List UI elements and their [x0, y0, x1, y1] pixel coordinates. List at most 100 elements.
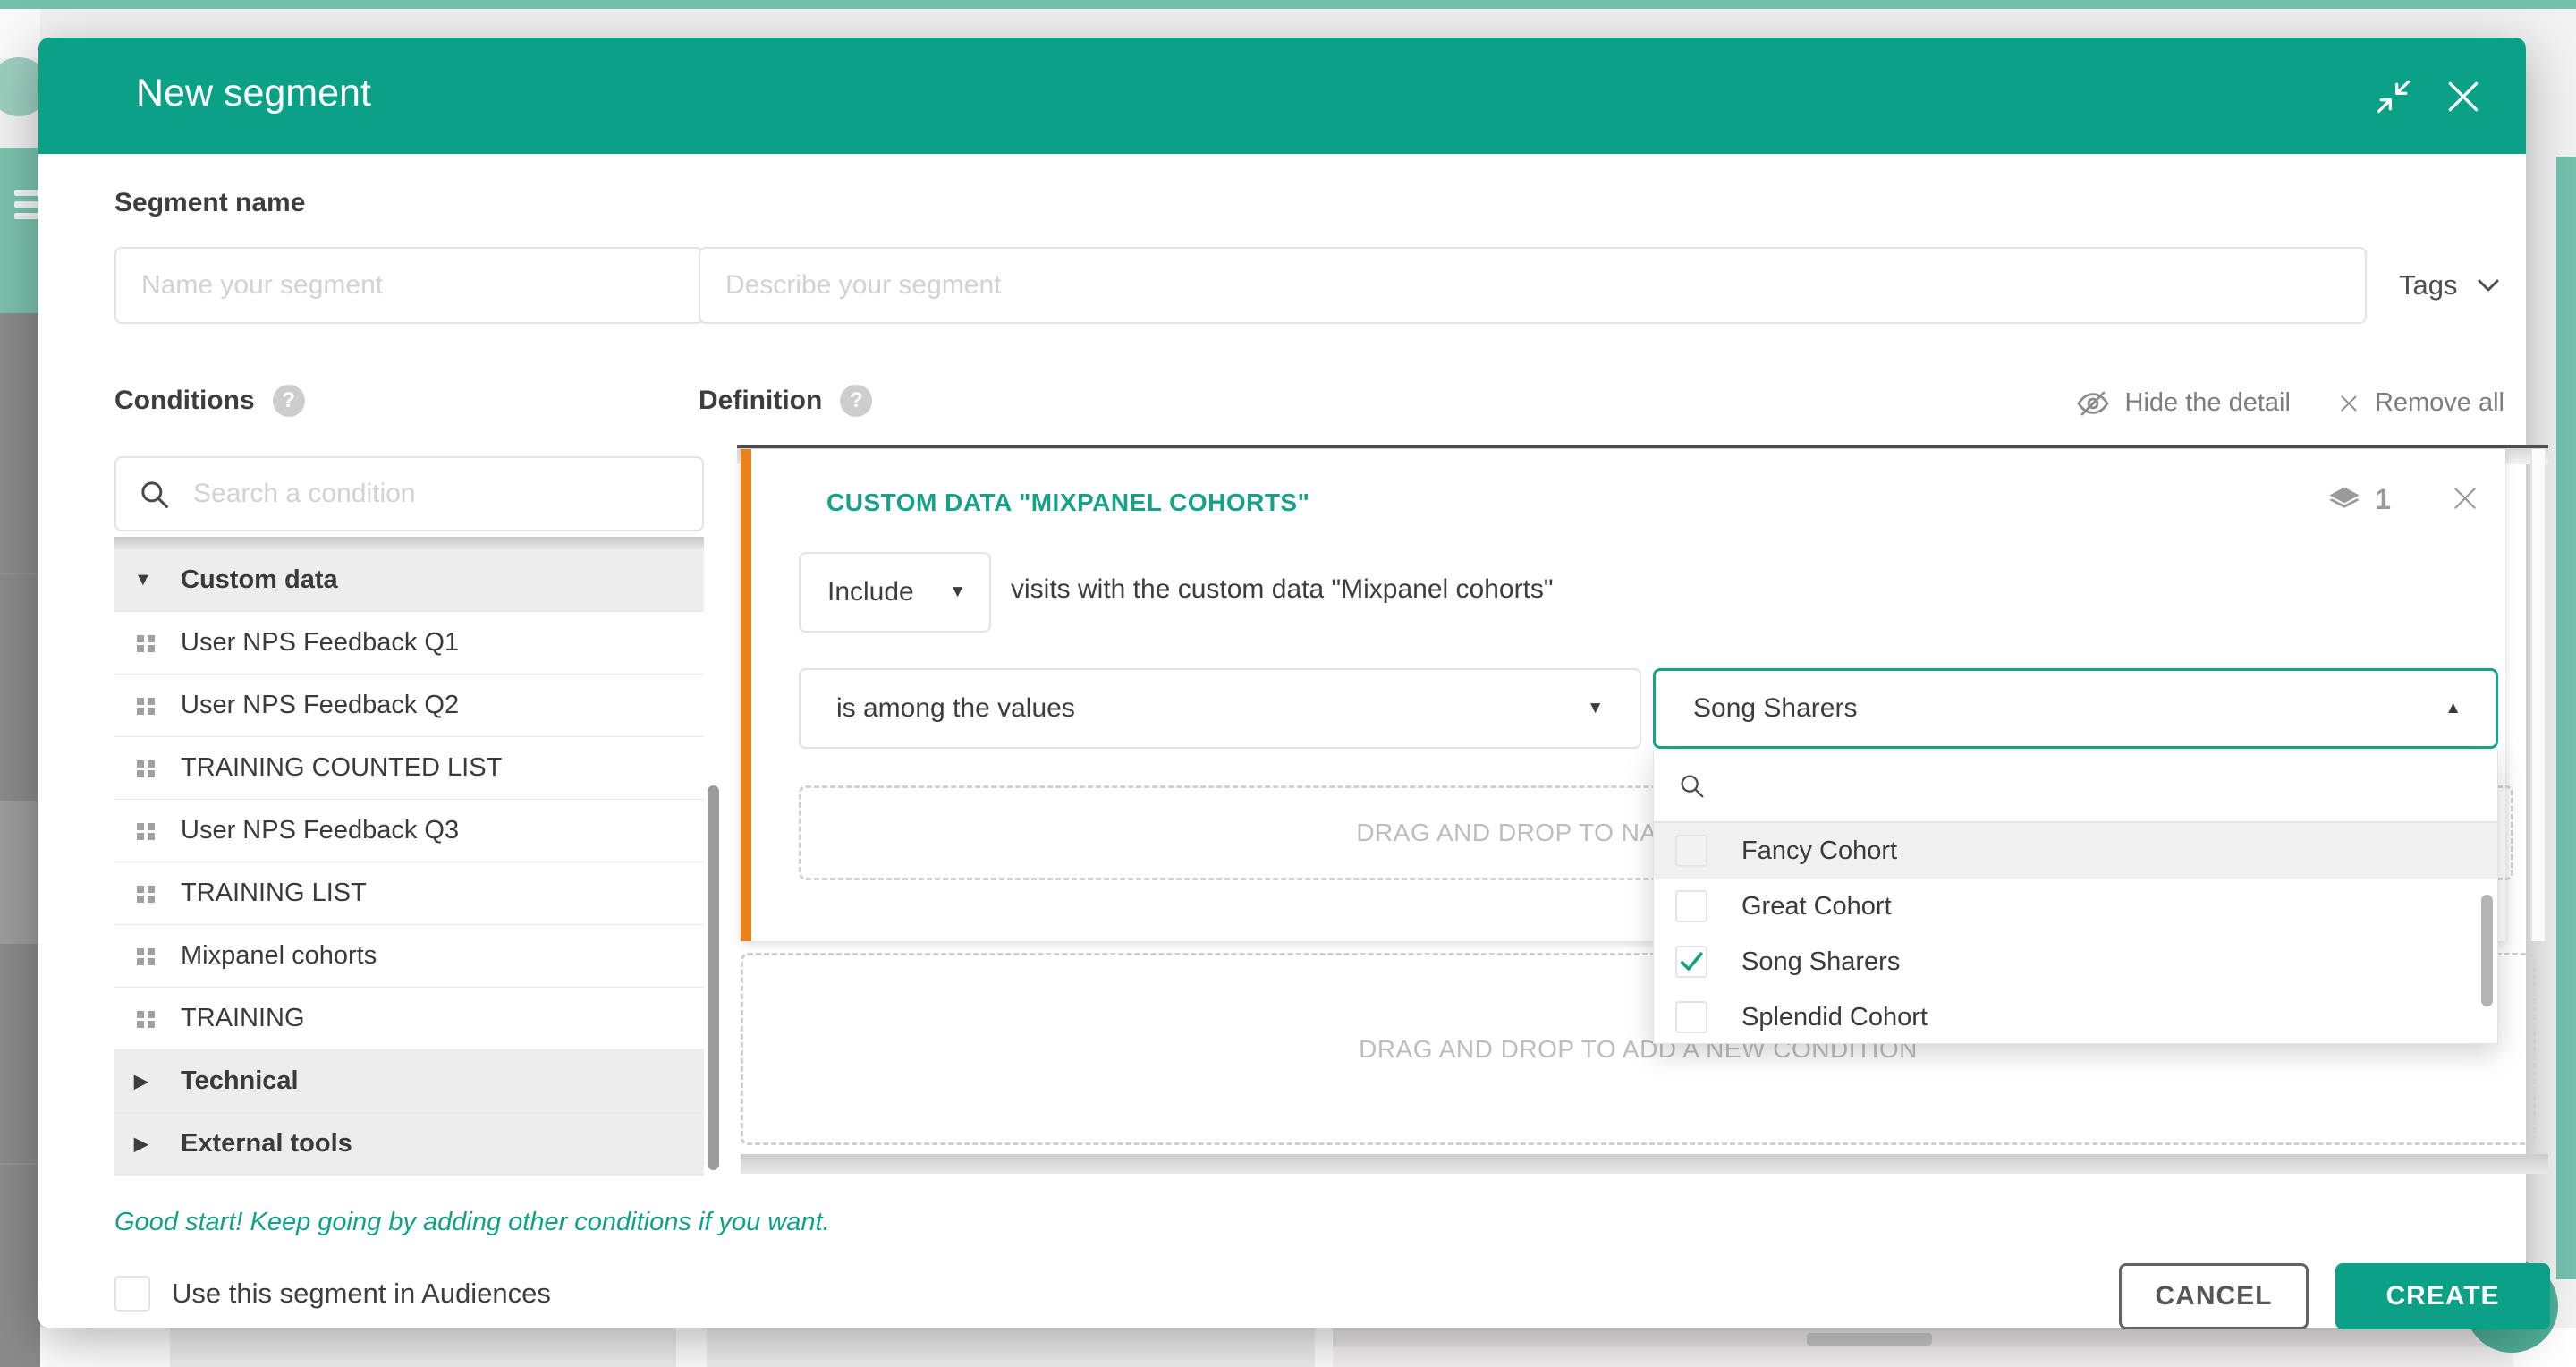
condition-label: User NPS Feedback Q1: [181, 628, 459, 658]
drag-handle-icon: [134, 694, 157, 717]
dropdown-scrollbar-thumb[interactable]: [2481, 895, 2493, 1006]
remove-all-x-icon: [2337, 392, 2360, 415]
triangle-right-icon: ▶: [134, 1070, 157, 1092]
condition-remove-button[interactable]: [2450, 483, 2480, 514]
checkbox-icon[interactable]: [1675, 890, 1707, 922]
condition-group-external-tools[interactable]: ▶ External tools: [114, 1113, 704, 1176]
condition-item-training-counted-list[interactable]: TRAINING COUNTED LIST: [114, 737, 704, 800]
drag-handle-icon: [134, 945, 157, 968]
definition-vscroll-lane[interactable]: [2530, 449, 2546, 941]
audiences-checkbox-row[interactable]: Use this segment in Audiences: [114, 1276, 551, 1312]
close-icon: [2444, 77, 2483, 116]
value-options: Fancy Cohort Great Cohort Song Sharers Sple…: [1654, 823, 2497, 1045]
condition-label: User NPS Feedback Q2: [181, 691, 459, 720]
drag-handle-icon: [134, 1007, 157, 1031]
checkbox-icon[interactable]: [1675, 835, 1707, 867]
conditions-scrollbar-thumb[interactable]: [708, 785, 719, 1170]
dropdown-search[interactable]: [1654, 751, 2497, 823]
condition-item-user-nps-feedback-q2[interactable]: User NPS Feedback Q2: [114, 675, 704, 737]
search-icon: [1677, 771, 1707, 802]
condition-item-user-nps-feedback-q3[interactable]: User NPS Feedback Q3: [114, 800, 704, 862]
collapse-icon: [2374, 77, 2413, 116]
new-segment-modal: New segment Segment name Tags: [38, 38, 2526, 1328]
modal-header: New segment: [38, 38, 2526, 154]
condition-label: TRAINING LIST: [181, 879, 367, 908]
triangle-right-icon: ▶: [134, 1133, 157, 1155]
value-option-song-sharers[interactable]: Song Sharers: [1654, 934, 2497, 989]
app-top-strip: [0, 0, 2576, 9]
cancel-button[interactable]: CANCEL: [2119, 1263, 2309, 1329]
condition-search-input[interactable]: [114, 456, 704, 531]
tags-label: Tags: [2399, 269, 2457, 301]
condition-sentence: visits with the custom data "Mixpanel co…: [1011, 574, 1554, 605]
app-right-strip: [2556, 157, 2576, 1279]
conditions-label: Conditions: [114, 386, 255, 416]
value-select[interactable]: Song Sharers ▲: [1653, 668, 2498, 749]
conditions-list: ▼ Custom data User NPS Feedback Q1 User NPS…: [114, 549, 704, 1176]
search-icon: [138, 478, 172, 512]
triangle-down-icon: ▼: [1587, 699, 1640, 718]
layers-icon: [2326, 485, 2362, 515]
definition-help-icon[interactable]: ?: [840, 385, 872, 417]
include-select[interactable]: Include ▼: [799, 552, 991, 633]
operator-select[interactable]: is among the values ▼: [799, 668, 1641, 749]
condition-label: External tools: [181, 1129, 352, 1159]
condition-label: User NPS Feedback Q3: [181, 816, 459, 845]
value-dropdown-panel: Fancy Cohort Great Cohort Song Sharers Sple…: [1653, 751, 2498, 1044]
app-sidebar-fragment: [0, 313, 40, 1367]
app-menu-button[interactable]: [0, 148, 40, 313]
segment-name-input[interactable]: [114, 247, 704, 324]
condition-item-training[interactable]: TRAINING: [114, 988, 704, 1050]
condition-label: Mixpanel cohorts: [181, 941, 377, 971]
tags-dropdown[interactable]: Tags: [2399, 263, 2551, 308]
condition-label: Technical: [181, 1066, 299, 1096]
audiences-checkbox[interactable]: [114, 1276, 150, 1312]
option-label: Splendid Cohort: [1741, 1003, 1928, 1032]
value-option-fancy-cohort[interactable]: Fancy Cohort: [1654, 823, 2497, 879]
chevron-down-icon: [2477, 277, 2500, 293]
condition-item-training-list[interactable]: TRAINING LIST: [114, 862, 704, 925]
hide-detail-button[interactable]: Hide the detail: [2075, 388, 2291, 418]
condition-item-user-nps-feedback-q1[interactable]: User NPS Feedback Q1: [114, 612, 704, 675]
conditions-list-scroll-track[interactable]: [114, 537, 704, 549]
condition-label: Custom data: [181, 565, 338, 595]
condition-layer-count: 1: [2326, 483, 2391, 516]
drag-handle-icon: [134, 819, 157, 843]
option-label: Song Sharers: [1741, 947, 1900, 977]
option-label: Great Cohort: [1741, 892, 1892, 921]
page-content-fragment: [40, 1328, 2576, 1367]
create-button[interactable]: CREATE: [2335, 1263, 2550, 1329]
triangle-down-icon: ▼: [134, 570, 157, 590]
check-icon: [1680, 951, 1705, 974]
eye-off-icon: [2075, 389, 2111, 418]
definition-label: Definition: [699, 386, 822, 416]
triangle-down-icon: ▼: [949, 582, 989, 602]
condition-label: TRAINING COUNTED LIST: [181, 753, 502, 783]
definition-hscroll-track[interactable]: [741, 1154, 2548, 1174]
condition-item-mixpanel-cohorts[interactable]: Mixpanel cohorts: [114, 925, 704, 988]
checkbox-icon[interactable]: [1675, 1001, 1707, 1033]
condition-group-technical[interactable]: ▶ Technical: [114, 1050, 704, 1113]
audiences-label: Use this segment in Audiences: [172, 1278, 551, 1310]
option-label: Fancy Cohort: [1741, 836, 1897, 866]
remove-all-button[interactable]: Remove all: [2337, 388, 2504, 418]
condition-group-custom-data[interactable]: ▼ Custom data: [114, 549, 704, 612]
value-option-great-cohort[interactable]: Great Cohort: [1654, 879, 2497, 934]
condition-card-title: CUSTOM DATA "MIXPANEL COHORTS": [826, 488, 1309, 517]
segment-tip-text: Good start! Keep going by adding other c…: [114, 1208, 830, 1237]
condition-label: TRAINING: [181, 1004, 305, 1033]
modal-title: New segment: [136, 72, 371, 115]
drag-handle-icon: [134, 632, 157, 655]
app-bar-fragment: [0, 9, 40, 58]
modal-close-button[interactable]: [2444, 77, 2483, 116]
conditions-help-icon[interactable]: ?: [273, 385, 305, 417]
collapse-button[interactable]: [2374, 77, 2413, 116]
drag-handle-icon: [134, 757, 157, 780]
sidebar-active-item: [0, 801, 40, 944]
segment-description-input[interactable]: [699, 247, 2367, 324]
close-icon: [2450, 483, 2480, 514]
checkbox-checked-icon[interactable]: [1675, 946, 1707, 978]
drag-handle-icon: [134, 882, 157, 905]
segment-name-label: Segment name: [114, 188, 305, 218]
value-option-splendid-cohort[interactable]: Splendid Cohort: [1654, 989, 2497, 1045]
